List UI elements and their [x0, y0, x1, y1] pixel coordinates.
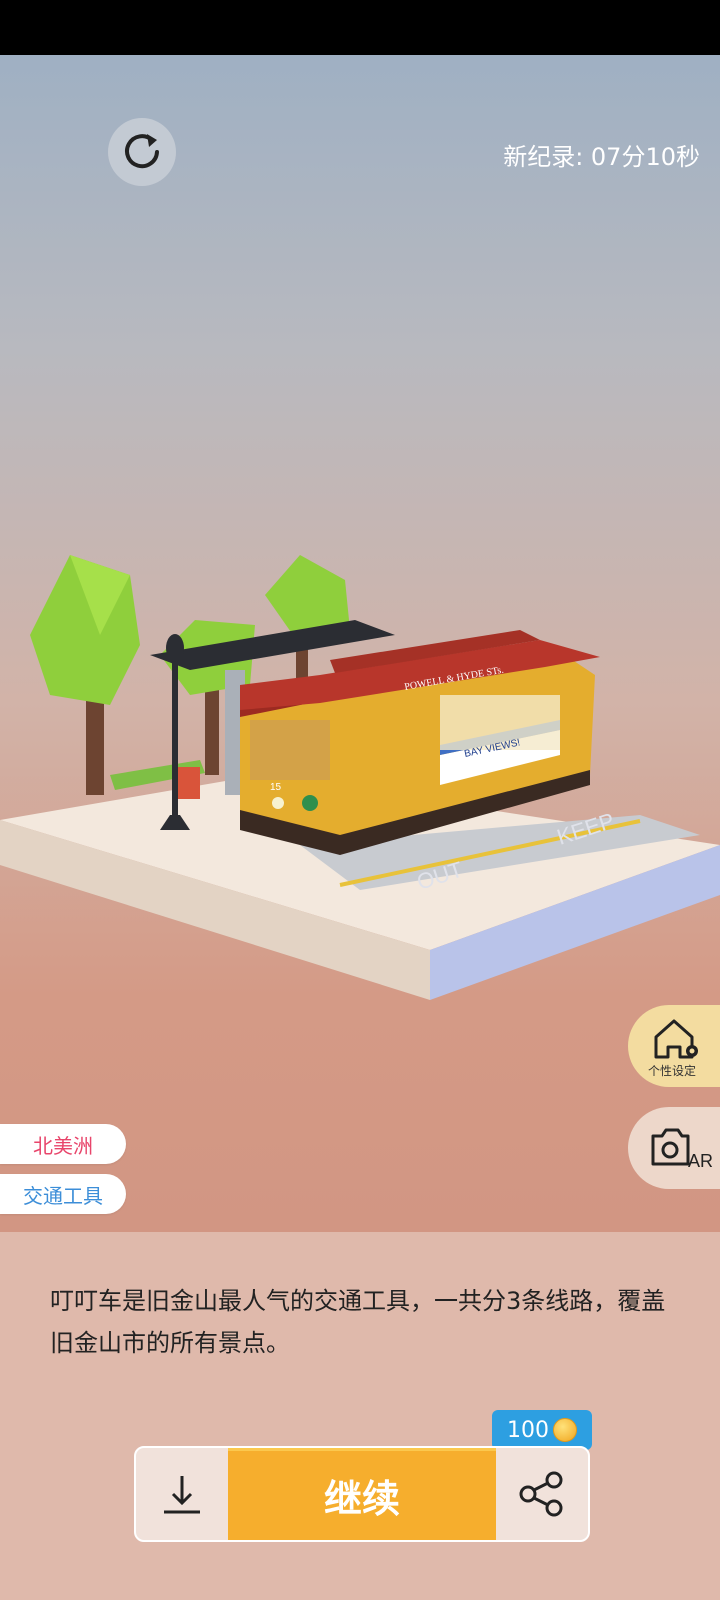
download-button[interactable]	[136, 1448, 228, 1540]
share-icon	[519, 1471, 563, 1517]
share-reward-amount: 100	[507, 1417, 549, 1443]
ar-camera-button[interactable]: AR	[628, 1107, 720, 1189]
restart-button[interactable]	[108, 118, 176, 186]
category-tag[interactable]: 交通工具	[0, 1174, 126, 1214]
ar-label: AR	[688, 1151, 714, 1171]
share-reward-badge: 100	[492, 1410, 592, 1459]
download-icon	[164, 1476, 200, 1514]
customize-label: 个性设定	[648, 1064, 697, 1078]
tram-number: 15	[270, 782, 282, 793]
game-scene[interactable]: OUT KEEP POWELL & HYDE STs. 15 BAY VIEWS…	[0, 55, 720, 1232]
customize-button[interactable]: 个性设定	[628, 1005, 720, 1087]
continue-button[interactable]: 继续	[228, 1448, 496, 1540]
action-bar: 继续	[134, 1446, 590, 1542]
customize-home-icon	[654, 1019, 698, 1059]
description-text: 叮叮车是旧金山最人气的交通工具，一共分3条线路，覆盖旧金山市的所有景点。	[50, 1287, 666, 1357]
share-button[interactable]	[496, 1448, 588, 1540]
status-bar	[0, 0, 720, 55]
restart-icon	[125, 134, 159, 169]
coin-icon	[553, 1418, 577, 1442]
best-record: 新纪录: 07分10秒	[503, 143, 700, 171]
region-tag[interactable]: 北美洲	[0, 1124, 126, 1164]
cable-car-diorama: OUT KEEP POWELL & HYDE STs. 15 BAY VIEWS…	[0, 555, 720, 1000]
